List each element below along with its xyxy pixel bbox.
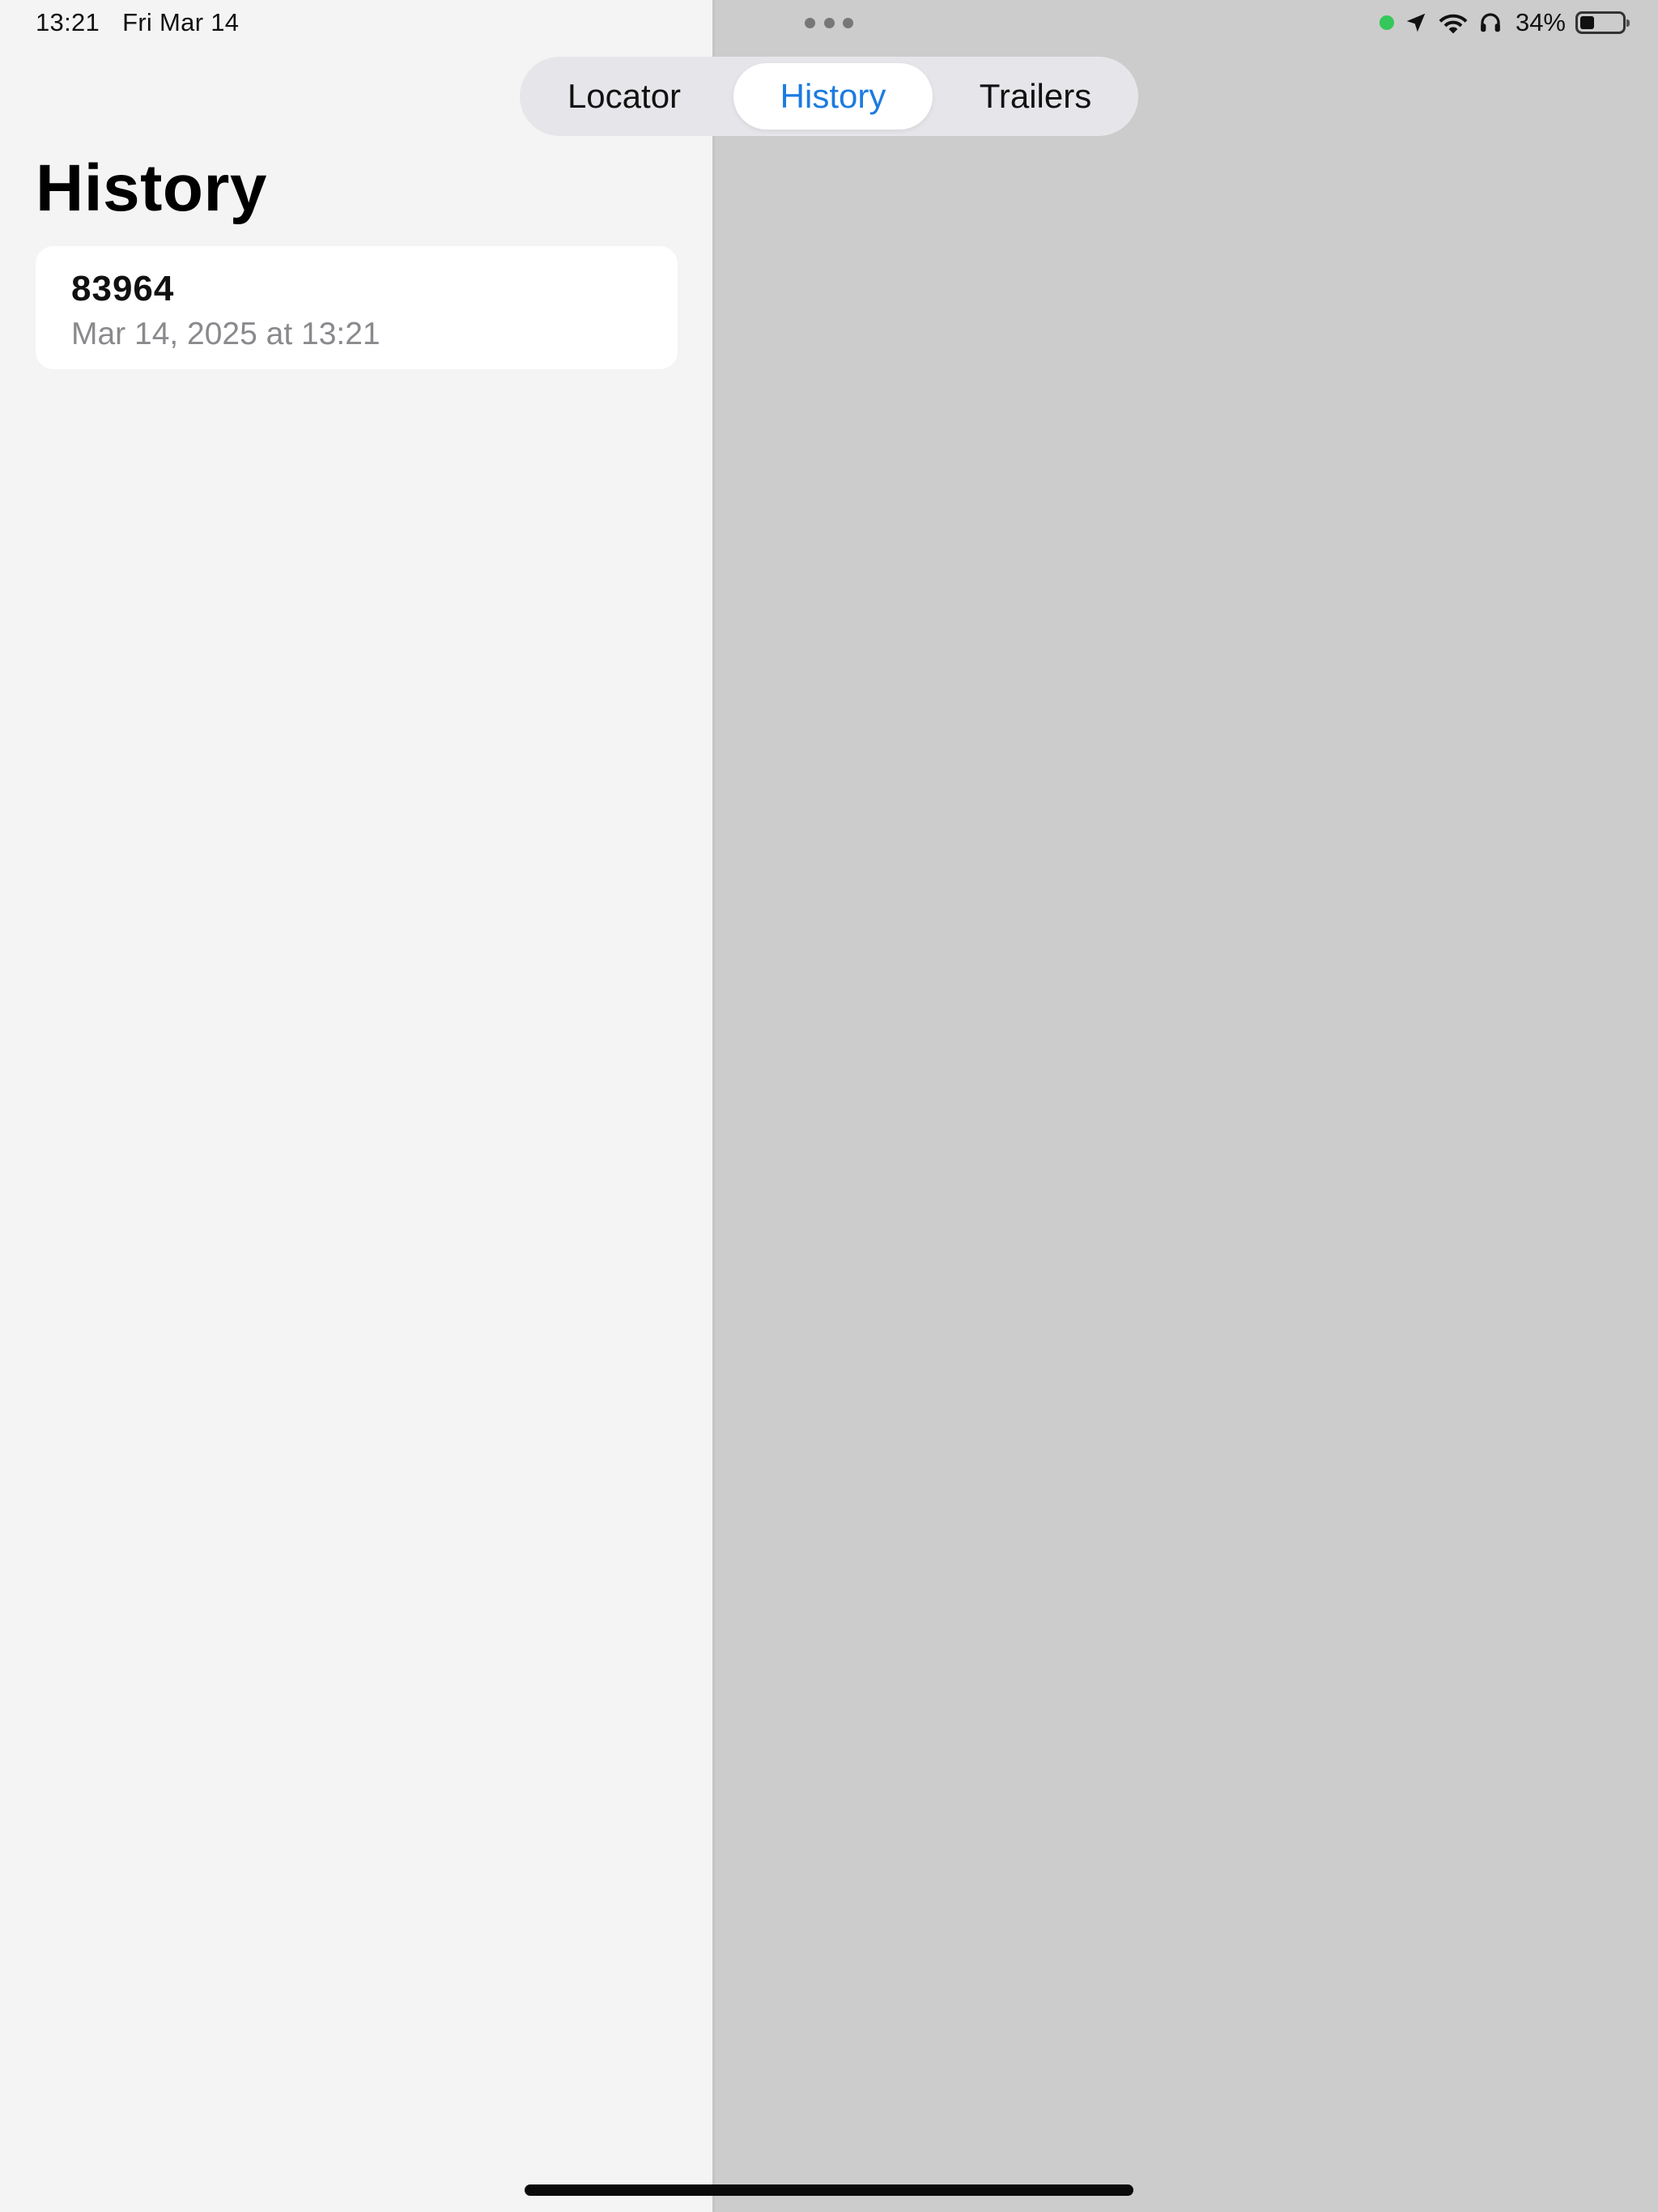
multitasking-menu-icon[interactable] xyxy=(805,18,853,29)
tab-trailers[interactable]: Trailers xyxy=(946,63,1125,130)
tab-history[interactable]: History xyxy=(733,63,933,130)
battery-percent: 34% xyxy=(1515,8,1566,36)
location-arrow-icon xyxy=(1406,13,1426,32)
detail-panel xyxy=(712,0,1658,2212)
battery-fill xyxy=(1580,16,1594,29)
status-time: 13:21 xyxy=(36,8,100,36)
status-bar-right: 34% xyxy=(1379,6,1630,39)
status-date: Fri Mar 14 xyxy=(122,8,240,36)
status-bar-left: 13:21 Fri Mar 14 xyxy=(36,8,239,37)
battery-icon xyxy=(1575,11,1630,34)
recording-indicator-icon xyxy=(1379,15,1394,30)
tab-segmented-control: Locator History Trailers xyxy=(520,57,1138,136)
history-list-item[interactable]: 83964 Mar 14, 2025 at 13:21 xyxy=(36,246,678,369)
wifi-icon xyxy=(1439,14,1468,34)
history-item-title: 83964 xyxy=(71,269,175,308)
headphones-icon xyxy=(1481,13,1500,32)
page-title: History xyxy=(36,151,268,225)
home-indicator[interactable] xyxy=(525,2184,1133,2196)
history-item-timestamp: Mar 14, 2025 at 13:21 xyxy=(71,317,380,351)
tab-locator[interactable]: Locator xyxy=(534,63,714,130)
